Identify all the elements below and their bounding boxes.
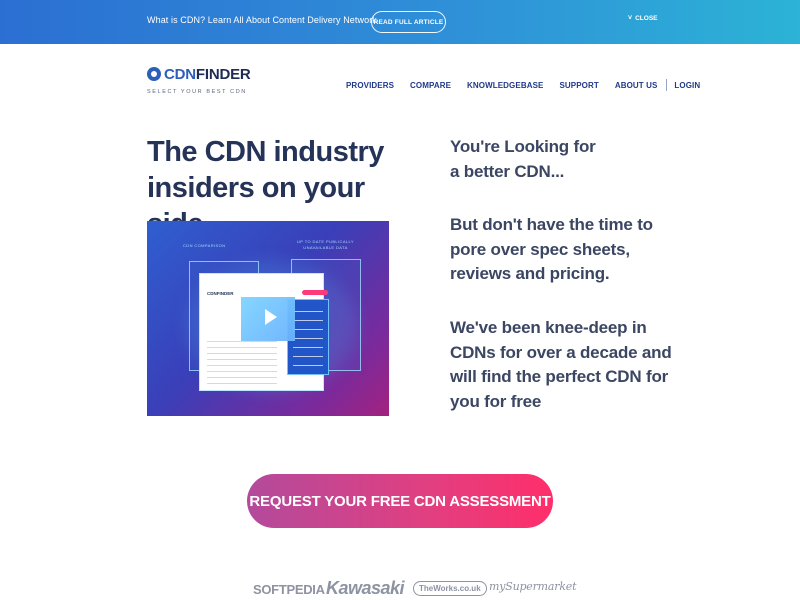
play-icon[interactable] <box>265 309 277 325</box>
softpedia-logo: SOFTPEDIA <box>253 582 325 597</box>
top-banner: What is CDN? Learn All About Content Del… <box>0 0 800 44</box>
client-logos: SOFTPEDIA Kawasaki TheWorks.co.uk mySupe… <box>0 578 800 600</box>
nav-providers[interactable]: PROVIDERS <box>346 81 394 90</box>
nav-about-us[interactable]: ABOUT US <box>615 81 658 90</box>
image-label-right: UP TO DATE PUBLICALLY UNAVAILABLE DATA <box>297 239 354 250</box>
nav-knowledgebase[interactable]: KNOWLEDGEBASE <box>467 81 543 90</box>
image-label-left: CDN COMPARISON <box>183 243 226 248</box>
request-assessment-button[interactable]: REQUEST YOUR FREE CDN ASSESSMENT <box>247 474 553 528</box>
nav-compare[interactable]: COMPARE <box>410 81 451 90</box>
theworks-logo: TheWorks.co.uk <box>413 581 487 596</box>
mockup-button <box>302 290 328 295</box>
banner-close-button[interactable]: ˅ CLOSE <box>628 15 658 22</box>
nav-login[interactable]: LOGIN <box>674 81 700 90</box>
hero-copy-1: You're Looking for a better CDN... <box>450 137 596 181</box>
hero-copy-2: But don't have the time to pore over spe… <box>450 215 653 283</box>
site-logo[interactable]: CDNFINDER SELECT YOUR BEST CDN <box>147 64 251 100</box>
hero-video-thumbnail[interactable]: CDN COMPARISON UP TO DATE PUBLICALLY UNA… <box>147 221 389 416</box>
cdnfinder-logo-icon <box>147 67 161 81</box>
read-full-article-button[interactable]: READ FULL ARTICLE <box>371 11 446 33</box>
main-nav: PROVIDERS COMPARE KNOWLEDGEBASE SUPPORT … <box>346 79 700 91</box>
nav-divider <box>666 79 668 91</box>
mysupermarket-logo: mySupermarket <box>489 580 577 593</box>
nav-support[interactable]: SUPPORT <box>559 81 598 90</box>
kawasaki-logo: Kawasaki <box>326 578 405 598</box>
logo-wordmark: CDNFINDER <box>164 66 251 83</box>
banner-close-label: CLOSE <box>635 15 658 22</box>
mockup-logo: CDNFINDER <box>207 291 234 296</box>
mockup-table <box>207 341 277 385</box>
banner-text[interactable]: What is CDN? Learn All About Content Del… <box>147 15 377 25</box>
chevron-down-icon: ˅ <box>628 15 633 22</box>
logo-tagline: SELECT YOUR BEST CDN <box>147 89 247 95</box>
hero-copy-3: We've been knee-deep in CDNs for over a … <box>450 318 672 411</box>
